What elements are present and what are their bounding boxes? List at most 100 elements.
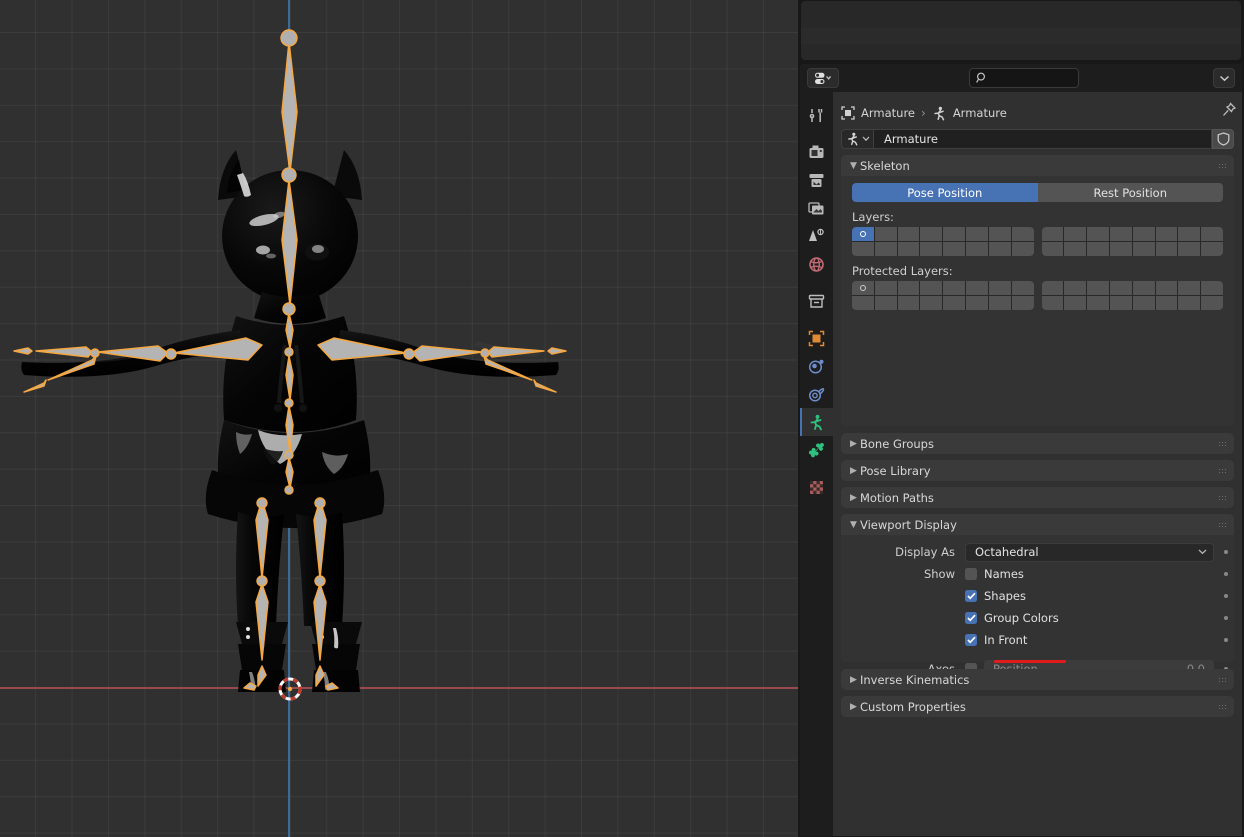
layer-cell[interactable] xyxy=(1178,242,1201,256)
layer-cell[interactable] xyxy=(1087,296,1109,310)
animate-property-dot[interactable] xyxy=(1224,550,1228,554)
layer-cell[interactable] xyxy=(874,281,897,295)
layer-cell[interactable] xyxy=(1155,281,1178,295)
layer-cell[interactable] xyxy=(943,296,966,310)
group-colors-checkbox[interactable] xyxy=(965,612,977,624)
panel-viewport-display-header[interactable]: ▼ Viewport Display xyxy=(841,514,1234,535)
layer-cell[interactable] xyxy=(920,227,943,241)
panel-grip-icon[interactable] xyxy=(1218,441,1227,447)
protected-grid-left[interactable] xyxy=(852,281,1034,310)
layer-cell[interactable] xyxy=(1064,296,1087,310)
layer-cell[interactable] xyxy=(897,227,920,241)
animate-property-dot[interactable] xyxy=(1224,616,1228,620)
layer-cell[interactable] xyxy=(943,227,966,241)
layer-cell[interactable] xyxy=(1201,281,1223,295)
layer-cell[interactable] xyxy=(1041,281,1064,295)
breadcrumb-object-name[interactable]: Armature xyxy=(861,106,915,120)
outliner-editor[interactable] xyxy=(801,1,1241,60)
names-checkbox[interactable] xyxy=(965,568,977,580)
animate-property-dot[interactable] xyxy=(1224,594,1228,598)
layer-cell[interactable] xyxy=(1178,281,1201,295)
layer-cell[interactable] xyxy=(966,281,988,295)
tab-object[interactable] xyxy=(800,324,833,352)
tab-output[interactable] xyxy=(800,166,833,194)
layer-cell[interactable] xyxy=(1041,227,1064,241)
pin-button[interactable] xyxy=(1221,102,1237,122)
layer-cell[interactable] xyxy=(1064,242,1087,256)
search-input[interactable] xyxy=(969,68,1079,88)
shapes-checkbox[interactable] xyxy=(965,590,977,602)
panel-custom-properties-header[interactable]: ▶ Custom Properties xyxy=(841,696,1234,717)
layer-cell[interactable] xyxy=(920,281,943,295)
panel-motion-paths-header[interactable]: ▶ Motion Paths xyxy=(841,487,1234,508)
armature-name-field[interactable]: Armature xyxy=(874,129,1212,149)
layer-cell[interactable] xyxy=(988,281,1011,295)
layer-cell[interactable] xyxy=(1109,281,1132,295)
layers-grid-left[interactable] xyxy=(852,227,1034,256)
tab-world[interactable] xyxy=(800,250,833,278)
layer-cell[interactable] xyxy=(897,281,920,295)
layer-cell[interactable] xyxy=(1178,296,1201,310)
protected-grid-right[interactable] xyxy=(1041,281,1223,310)
id-type-button[interactable] xyxy=(841,129,874,149)
layer-cell[interactable] xyxy=(1132,227,1155,241)
layer-cell[interactable] xyxy=(897,242,920,256)
layer-cell[interactable] xyxy=(1109,296,1132,310)
tab-physics[interactable] xyxy=(800,352,833,380)
layer-cell[interactable] xyxy=(852,227,874,241)
animate-property-dot[interactable] xyxy=(1224,572,1228,576)
layer-cell[interactable] xyxy=(943,281,966,295)
layer-cell[interactable] xyxy=(1155,296,1178,310)
panel-grip-icon[interactable] xyxy=(1218,468,1227,474)
fake-user-button[interactable] xyxy=(1212,129,1234,149)
panel-inverse-kinematics-header[interactable]: ▶ Inverse Kinematics xyxy=(841,669,1234,690)
panel-grip-icon[interactable] xyxy=(1218,163,1227,169)
layer-cell[interactable] xyxy=(1178,227,1201,241)
layer-cell[interactable] xyxy=(874,242,897,256)
layer-cell[interactable] xyxy=(1087,281,1109,295)
tab-tool[interactable] xyxy=(800,101,833,129)
breadcrumb-data-name[interactable]: Armature xyxy=(953,106,1007,120)
panel-grip-icon[interactable] xyxy=(1218,677,1227,683)
pose-position-button[interactable]: Pose Position xyxy=(852,183,1038,202)
layer-cell[interactable] xyxy=(1109,242,1132,256)
layer-cell[interactable] xyxy=(1201,227,1223,241)
tab-object-data-armature[interactable] xyxy=(800,408,833,436)
layer-cell[interactable] xyxy=(1011,227,1034,241)
layer-cell[interactable] xyxy=(988,227,1011,241)
layer-cell[interactable] xyxy=(852,296,874,310)
layer-cell[interactable] xyxy=(1201,242,1223,256)
layer-cell[interactable] xyxy=(1064,281,1087,295)
layer-cell[interactable] xyxy=(1201,296,1223,310)
layers-grid-right[interactable] xyxy=(1041,227,1223,256)
layer-cell[interactable] xyxy=(1132,242,1155,256)
layer-cell[interactable] xyxy=(1011,242,1034,256)
tab-constraints[interactable] xyxy=(800,380,833,408)
in-front-checkbox[interactable] xyxy=(965,634,977,646)
layer-cell[interactable] xyxy=(1064,227,1087,241)
layer-cell[interactable] xyxy=(1041,242,1064,256)
panel-grip-icon[interactable] xyxy=(1218,704,1227,710)
layer-cell[interactable] xyxy=(1132,281,1155,295)
rest-position-button[interactable]: Rest Position xyxy=(1037,183,1223,202)
display-as-dropdown[interactable]: Octahedral xyxy=(965,542,1214,562)
layer-cell[interactable] xyxy=(852,242,874,256)
layer-cell[interactable] xyxy=(1011,296,1034,310)
panel-pose-library-header[interactable]: ▶ Pose Library xyxy=(841,460,1234,481)
layer-cell[interactable] xyxy=(1087,242,1109,256)
layer-cell[interactable] xyxy=(1109,227,1132,241)
panel-skeleton-header[interactable]: ▼ Skeleton xyxy=(841,155,1234,176)
panel-grip-icon[interactable] xyxy=(1218,495,1227,501)
layer-cell[interactable] xyxy=(966,227,988,241)
layer-cell[interactable] xyxy=(1011,281,1034,295)
layer-cell[interactable] xyxy=(874,296,897,310)
layer-cell[interactable] xyxy=(988,296,1011,310)
tab-texture[interactable] xyxy=(800,473,833,501)
panel-bone-groups-header[interactable]: ▶ Bone Groups xyxy=(841,433,1234,454)
layer-cell[interactable] xyxy=(966,242,988,256)
layer-cell[interactable] xyxy=(966,296,988,310)
tab-scene[interactable] xyxy=(800,222,833,250)
3d-viewport[interactable] xyxy=(0,0,798,837)
layer-cell[interactable] xyxy=(943,242,966,256)
layer-cell[interactable] xyxy=(1132,296,1155,310)
